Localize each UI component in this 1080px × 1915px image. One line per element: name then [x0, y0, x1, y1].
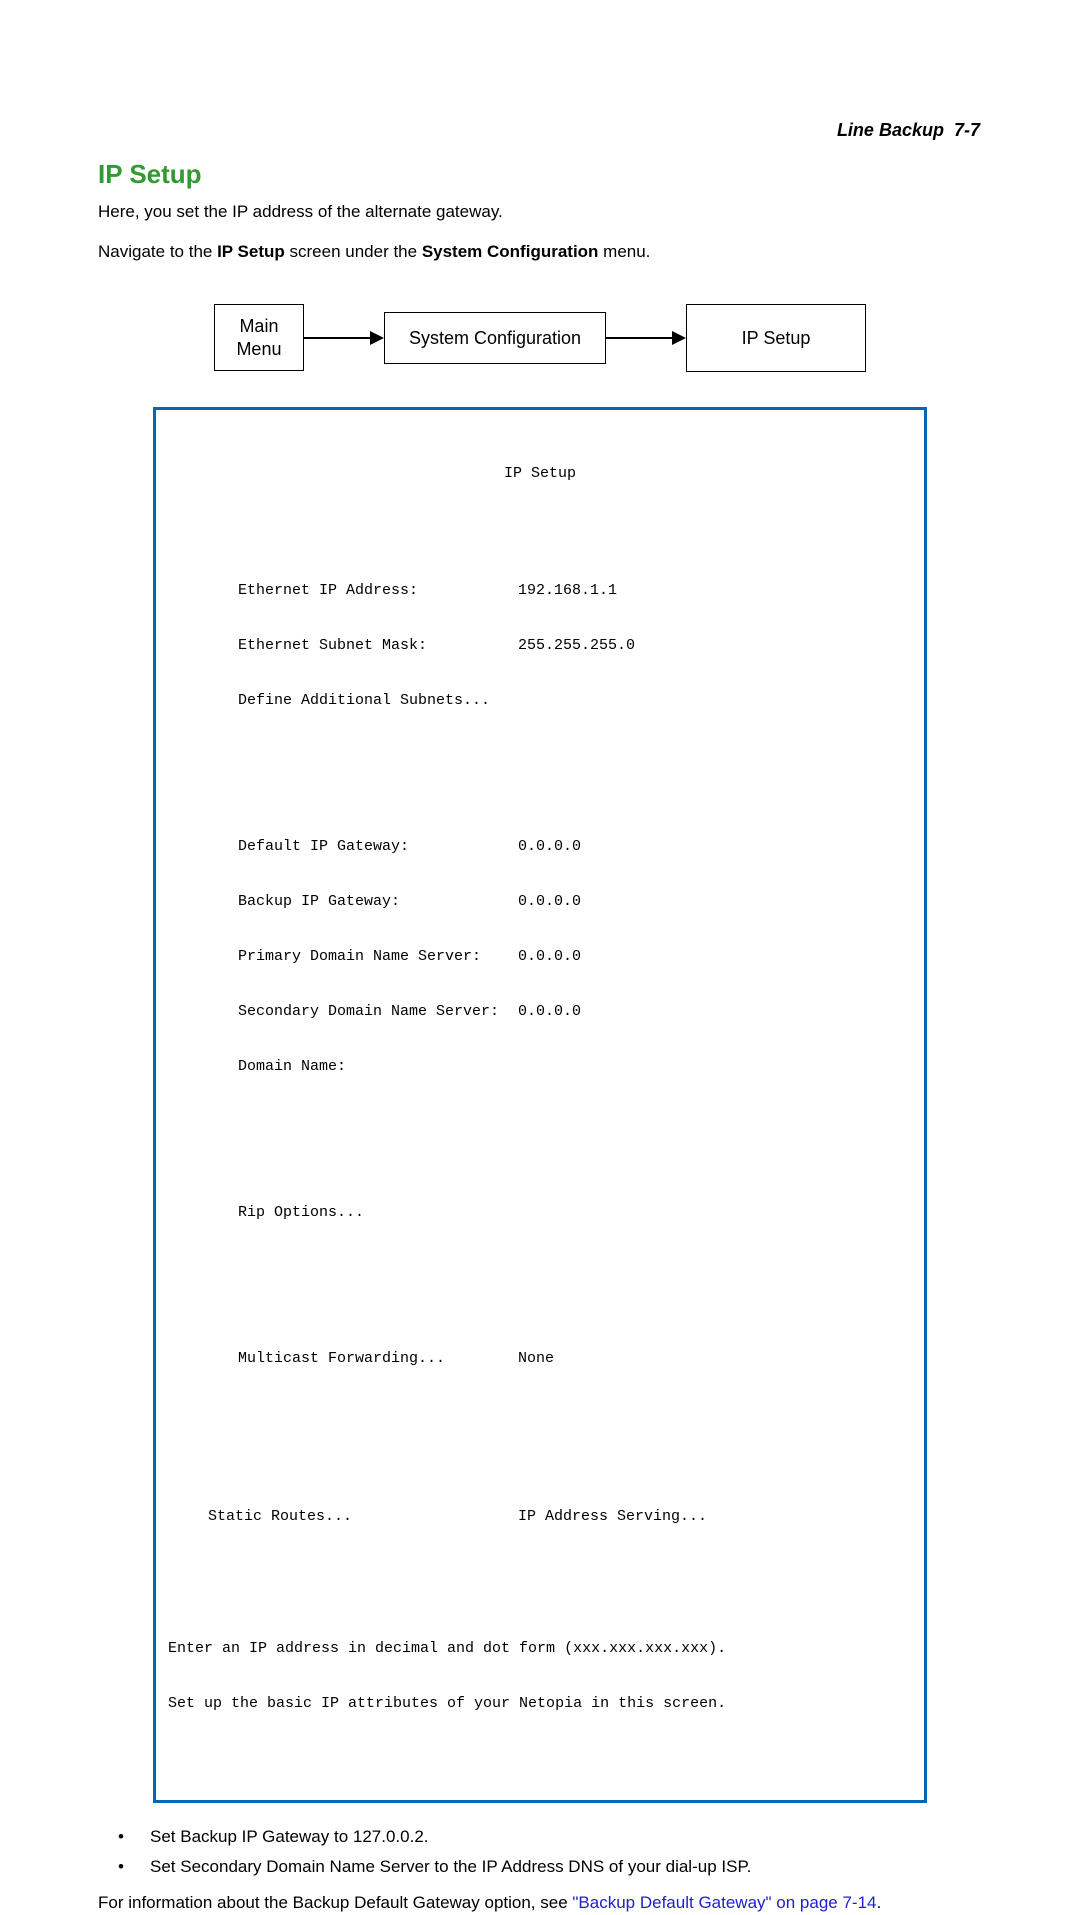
- nav-diagram: Main Menu System Configuration IP Setup: [98, 304, 982, 373]
- nav-instruction: Navigate to the IP Setup screen under th…: [98, 240, 982, 264]
- diagram-box-main-menu: Main Menu: [214, 304, 304, 371]
- diagram-box-system-config: System Configuration: [384, 312, 606, 365]
- header-page: 7-7: [954, 120, 980, 140]
- section-heading: IP Setup: [98, 159, 982, 190]
- bullet-item: • Set Backup IP Gateway to 127.0.0.2.: [118, 1827, 982, 1847]
- footer-paragraph: For information about the Backup Default…: [98, 1891, 982, 1915]
- page-header: Line Backup 7-7: [98, 120, 982, 141]
- terminal-screen: IP Setup Ethernet IP Address:192.168.1.1…: [153, 407, 927, 1803]
- terminal-row: Primary Domain Name Server:0.0.0.0: [238, 948, 912, 966]
- terminal-rows: Ethernet IP Address:192.168.1.1 Ethernet…: [238, 546, 912, 1405]
- terminal-title: IP Setup: [168, 465, 912, 483]
- terminal-bottom-row: Static Routes... IP Address Serving...: [208, 1508, 912, 1526]
- terminal-row: Domain Name:: [238, 1058, 912, 1076]
- terminal-row: Default IP Gateway:0.0.0.0: [238, 838, 912, 856]
- bullet-marker: •: [118, 1827, 150, 1847]
- header-section: Line Backup: [837, 120, 944, 140]
- cross-reference-link[interactable]: "Backup Default Gateway" on page 7-14: [572, 1893, 876, 1912]
- arrow-icon: [606, 331, 686, 345]
- terminal-footer: Enter an IP address in decimal and dot f…: [168, 1603, 912, 1749]
- terminal-row: Ethernet IP Address:192.168.1.1: [238, 582, 912, 600]
- terminal-row: Define Additional Subnets...: [238, 692, 912, 710]
- bullet-item: • Set Secondary Domain Name Server to th…: [118, 1857, 982, 1877]
- terminal-row: Backup IP Gateway:0.0.0.0: [238, 893, 912, 911]
- bullet-list: • Set Backup IP Gateway to 127.0.0.2. • …: [98, 1827, 982, 1877]
- arrow-icon: [304, 331, 384, 345]
- diagram-box-ip-setup: IP Setup: [686, 304, 866, 373]
- bullet-marker: •: [118, 1857, 150, 1877]
- terminal-row: Multicast Forwarding...None: [238, 1350, 912, 1368]
- intro-text: Here, you set the IP address of the alte…: [98, 200, 982, 224]
- terminal-row: Rip Options...: [238, 1204, 912, 1222]
- terminal-row: Ethernet Subnet Mask:255.255.255.0: [238, 637, 912, 655]
- terminal-row: Secondary Domain Name Server:0.0.0.0: [238, 1003, 912, 1021]
